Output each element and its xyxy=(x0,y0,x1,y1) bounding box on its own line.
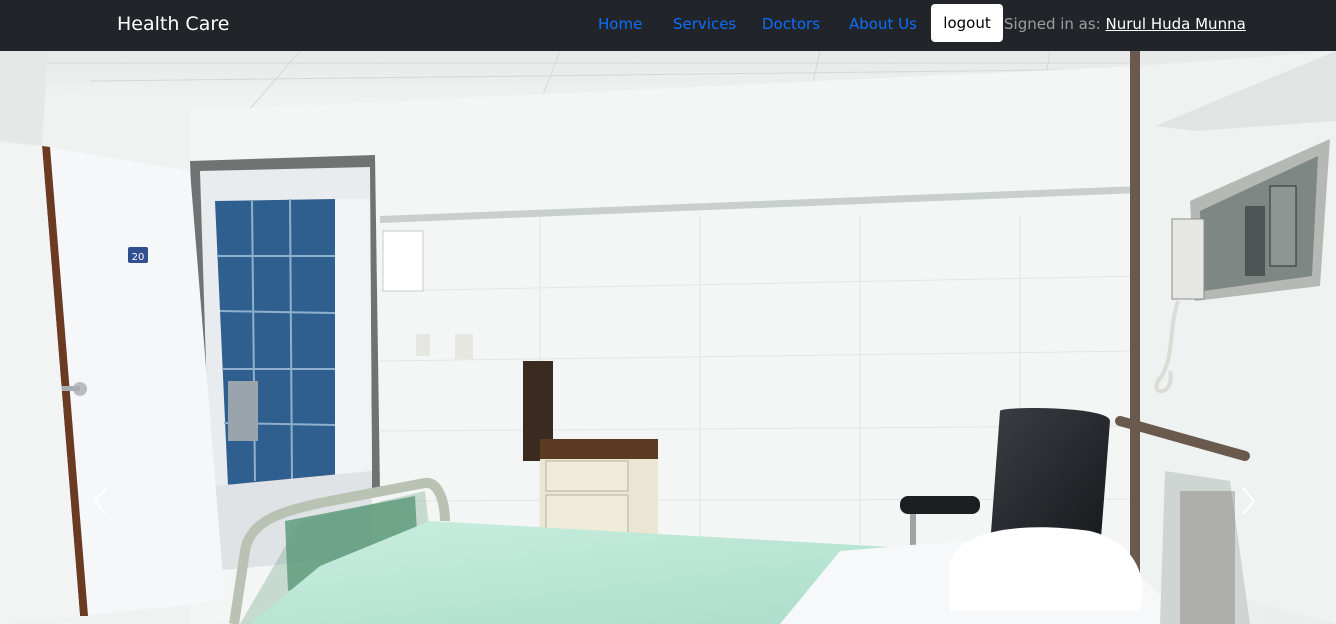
nav-link-home[interactable]: Home xyxy=(598,15,642,33)
top-navbar: Health Care Home Services Doctors About … xyxy=(0,0,1336,51)
carousel-next-control[interactable] xyxy=(1228,481,1268,521)
nav-link-doctors[interactable]: Doctors xyxy=(762,15,820,33)
hero-image-hospital-room: 20 xyxy=(0,51,1336,624)
nav-link-about-us[interactable]: About Us xyxy=(849,15,917,33)
hero-carousel: 20 xyxy=(0,51,1336,624)
chevron-right-icon xyxy=(1242,487,1256,515)
room-number-plate: 20 xyxy=(132,252,145,263)
signed-in-prefix: Signed in as: xyxy=(1004,15,1106,33)
chevron-left-icon xyxy=(93,487,107,515)
signed-in-status: Signed in as: Nurul Huda Munna xyxy=(1004,15,1246,33)
carousel-prev-control[interactable] xyxy=(81,481,121,521)
logout-button[interactable]: logout xyxy=(931,4,1003,42)
user-name-link[interactable]: Nurul Huda Munna xyxy=(1106,15,1246,33)
nav-link-services[interactable]: Services xyxy=(673,15,736,33)
